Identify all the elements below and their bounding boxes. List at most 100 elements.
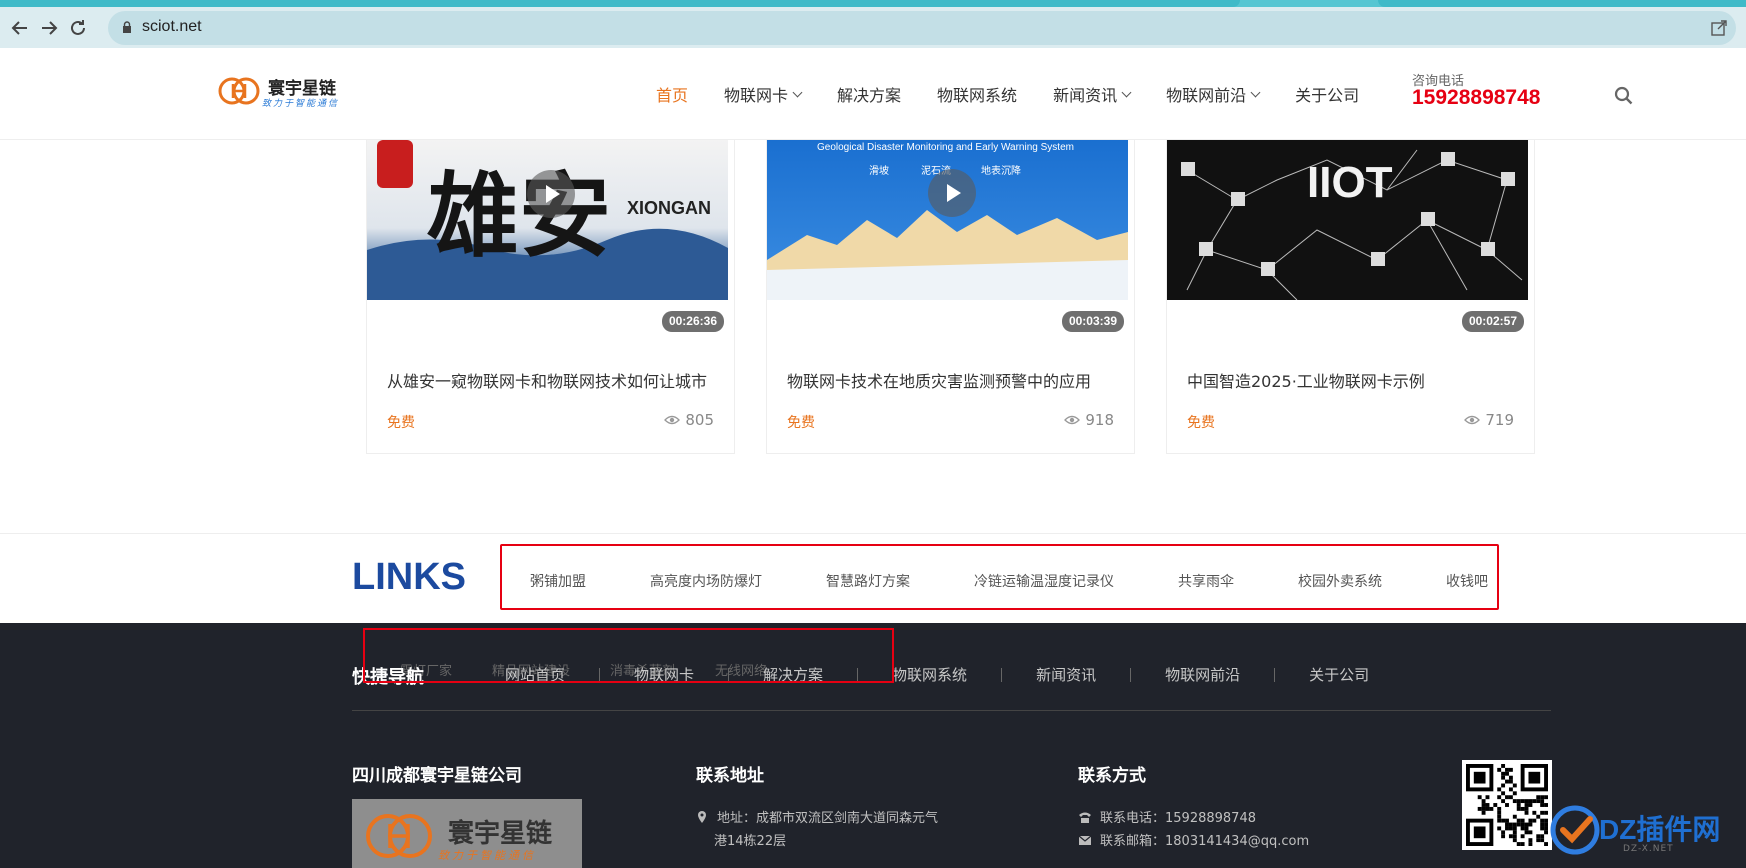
address-line-2: 港14栋22层 — [714, 834, 787, 849]
nav-item-label: 新闻资讯 — [1053, 86, 1118, 105]
view-count: 719 — [1464, 411, 1514, 429]
price-badge: 免费 — [1187, 415, 1215, 431]
contact-title: 联系方式 — [1078, 766, 1146, 786]
footer-nav-item[interactable]: 新闻资讯 — [1036, 664, 1096, 685]
eye-icon — [664, 415, 681, 425]
phone-line: 联系电话：15928898748 — [1078, 807, 1256, 826]
xiongan-thumbnail-image: 雄安 — [367, 140, 728, 300]
video-thumbnail[interactable]: Geological Disaster Monitoring and Early… — [767, 140, 1128, 300]
video-duration: 00:26:36 — [661, 311, 724, 332]
nav-item-label: 物联网卡 — [724, 86, 789, 105]
location-pin-icon — [698, 810, 706, 823]
nav-item[interactable]: 关于公司 — [1295, 82, 1359, 106]
links-title: LINKS — [352, 556, 466, 598]
browser-tab[interactable] — [1378, 0, 1746, 7]
lock-icon — [123, 21, 131, 33]
play-icon[interactable] — [527, 170, 575, 218]
nav-separator — [1274, 667, 1276, 682]
thumbnail-tag: 地表沉降 — [981, 166, 1021, 177]
view-count: 805 — [664, 411, 714, 429]
chevron-down-icon — [792, 87, 803, 97]
browser-tab-active[interactable] — [0, 0, 1240, 7]
friend-link[interactable]: 粥铺加盟 — [530, 571, 586, 591]
nav-item-label: 首页 — [656, 86, 689, 105]
nav-separator — [1001, 667, 1003, 682]
company-logo: 寰宇星链 致力于智能通信 — [352, 799, 582, 868]
phone-icon — [1079, 812, 1091, 823]
friend-link[interactable]: 冷链运输温湿度记录仪 — [974, 571, 1114, 591]
email-text[interactable]: 联系邮箱：1803141434@qq.com — [1100, 830, 1309, 849]
highlight-box — [363, 628, 894, 683]
svg-text:雄安: 雄安 — [427, 162, 611, 270]
address-text: 地址：成都市双流区剑南大道同森元气 — [717, 811, 939, 826]
nav-separator — [1130, 667, 1132, 682]
nav-item-label: 物联网前沿 — [1166, 86, 1247, 105]
eye-icon — [1064, 415, 1081, 425]
site-footer: 雾灯厂家 精品网站建设 消毒杀菌剂 无线网络 快捷导航 网站首页 物联网卡 解决方案 物联网… — [0, 623, 1746, 868]
company-title: 四川成都寰宇星链公司 — [352, 766, 522, 786]
links-list: 粥铺加盟 高亮度内场防爆灯 智慧路灯方案 冷链运输温湿度记录仪 共享雨伞 校园外卖系统 收钱… — [530, 571, 1552, 591]
nav-item[interactable]: 解决方案 — [837, 82, 901, 106]
phone-text[interactable]: 联系电话：15928898748 — [1100, 807, 1256, 826]
friend-links-section: LINKS 粥铺加盟 高亮度内场防爆灯 智慧路灯方案 冷链运输温湿度记录仪 共享雨伞 校园… — [0, 533, 1746, 623]
address-bar[interactable]: sciot.net — [108, 11, 1736, 45]
watermark-subtext: DZ-X.NET — [1623, 844, 1674, 854]
play-icon[interactable] — [928, 169, 976, 217]
video-card[interactable]: 雄安 XIONGAN 00:26:36 从雄安一窥物联网卡和物联网技术如何让城市… — [366, 140, 735, 454]
site-logo[interactable]: 寰宇星链 致力于智能通信 — [218, 70, 348, 114]
nav-item[interactable]: 物联网系统 — [937, 82, 1017, 106]
chevron-down-icon — [1121, 87, 1132, 97]
hotline-number[interactable]: 15928898748 — [1412, 86, 1540, 110]
nav-item[interactable]: 首页 — [656, 82, 688, 106]
friend-link[interactable]: 校园外卖系统 — [1298, 571, 1382, 591]
footer-nav-item[interactable]: 物联网系统 — [892, 664, 967, 685]
footer-nav-item[interactable]: 物联网前沿 — [1165, 664, 1240, 685]
nav-item[interactable]: 物联网卡 — [724, 82, 803, 106]
watermark-check-icon — [1550, 805, 1600, 855]
reload-icon[interactable] — [66, 16, 90, 40]
main-nav: 首页 物联网卡 解决方案 物联网系统 新闻资讯 物联网前沿 关于公司 — [656, 82, 1395, 106]
friend-link[interactable]: 共享雨伞 — [1178, 571, 1234, 591]
view-count: 918 — [1064, 411, 1114, 429]
logo-mark-icon — [218, 77, 260, 105]
friend-link[interactable]: 高亮度内场防爆灯 — [650, 571, 762, 591]
friend-link[interactable]: 智慧路灯方案 — [826, 571, 910, 591]
site-header: 寰宇星链 致力于智能通信 首页 物联网卡 解决方案 物联网系统 新闻资讯 物联网前沿 关于公… — [0, 48, 1746, 140]
nav-item-label: 关于公司 — [1295, 86, 1360, 105]
video-card[interactable]: IIOT 00:02:57 中国智造2025·工业物联网卡示例 免费 719 — [1166, 140, 1535, 454]
thumbnail-caption: XIONGAN — [627, 198, 712, 218]
nav-item[interactable]: 物联网前沿 — [1166, 82, 1261, 106]
address-title: 联系地址 — [696, 766, 764, 786]
price-badge: 免费 — [387, 415, 415, 431]
video-title[interactable]: 从雄安一窥物联网卡和物联网技术如何让城市 — [387, 368, 707, 392]
video-thumbnail[interactable]: 雄安 XIONGAN — [367, 140, 728, 300]
video-title[interactable]: 物联网卡技术在地质灾害监测预警中的应用 — [787, 368, 1091, 392]
video-title[interactable]: 中国智造2025·工业物联网卡示例 — [1187, 368, 1425, 392]
nav-item[interactable]: 新闻资讯 — [1053, 82, 1132, 106]
url-text: sciot.net — [142, 18, 202, 35]
chevron-down-icon — [1250, 87, 1261, 97]
video-duration: 00:02:57 — [1461, 311, 1524, 332]
back-icon[interactable] — [8, 16, 32, 40]
nav-item-label: 物联网系统 — [937, 86, 1018, 105]
browser-toolbar: sciot.net — [0, 7, 1746, 48]
address-line: 地址：成都市双流区剑南大道同森元气 — [695, 807, 938, 826]
footer-divider — [352, 710, 1551, 711]
company-logo-text: 寰宇星链 — [448, 819, 553, 849]
view-count-value: 805 — [685, 411, 714, 429]
logo-mark-icon — [366, 814, 432, 858]
video-card[interactable]: Geological Disaster Monitoring and Early… — [766, 140, 1135, 454]
share-icon[interactable] — [1710, 19, 1728, 37]
video-thumbnail[interactable]: IIOT — [1167, 140, 1528, 300]
eye-icon — [1464, 415, 1481, 425]
price-badge: 免费 — [787, 415, 815, 431]
nav-item-label: 解决方案 — [837, 86, 902, 105]
friend-link[interactable]: 收钱吧 — [1446, 571, 1488, 591]
thumbnail-caption: Geological Disaster Monitoring and Early… — [817, 142, 1074, 153]
search-icon[interactable] — [1614, 86, 1634, 106]
forward-icon[interactable] — [37, 16, 61, 40]
mail-icon — [1078, 835, 1092, 845]
video-duration: 00:03:39 — [1061, 311, 1124, 332]
email-line: 联系邮箱：1803141434@qq.com — [1078, 830, 1309, 849]
footer-nav-item[interactable]: 关于公司 — [1309, 664, 1369, 685]
